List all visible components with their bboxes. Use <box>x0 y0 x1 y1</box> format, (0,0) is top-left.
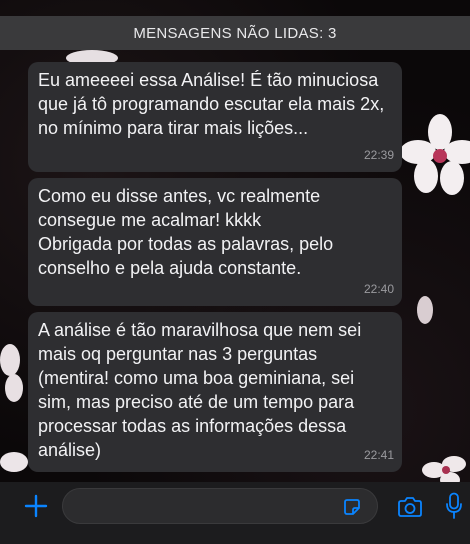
unread-messages-banner: MENSAGENS NÃO LIDAS: 3 <box>0 16 470 50</box>
blossom-decoration <box>0 344 23 402</box>
message-text: A análise é tão maravilhosa que nem sei … <box>38 320 367 460</box>
message-bubble[interactable]: Como eu disse antes, vc realmente conseg… <box>28 178 402 306</box>
blossom-decoration <box>417 296 433 324</box>
microphone-icon[interactable] <box>445 492 463 520</box>
message-text: Eu ameeeei essa Análise! É tão minuciosa… <box>38 70 390 138</box>
message-input[interactable] <box>62 488 378 524</box>
camera-icon[interactable] <box>397 496 423 518</box>
message-time: 22:39 <box>363 148 394 162</box>
message-composer <box>0 482 470 544</box>
message-bubble[interactable]: A análise é tão maravilhosa que nem sei … <box>28 312 402 472</box>
unread-messages-label: MENSAGENS NÃO LIDAS: 3 <box>133 24 337 42</box>
sticker-icon[interactable] <box>342 497 362 517</box>
plus-icon[interactable] <box>24 494 48 518</box>
message-text: Como eu disse antes, vc realmente conseg… <box>38 186 334 278</box>
message-time: 22:41 <box>363 448 394 462</box>
message-time: 22:40 <box>363 282 394 296</box>
message-bubble[interactable]: Eu ameeeei essa Análise! É tão minuciosa… <box>28 62 402 172</box>
blossom-decoration <box>400 114 470 195</box>
